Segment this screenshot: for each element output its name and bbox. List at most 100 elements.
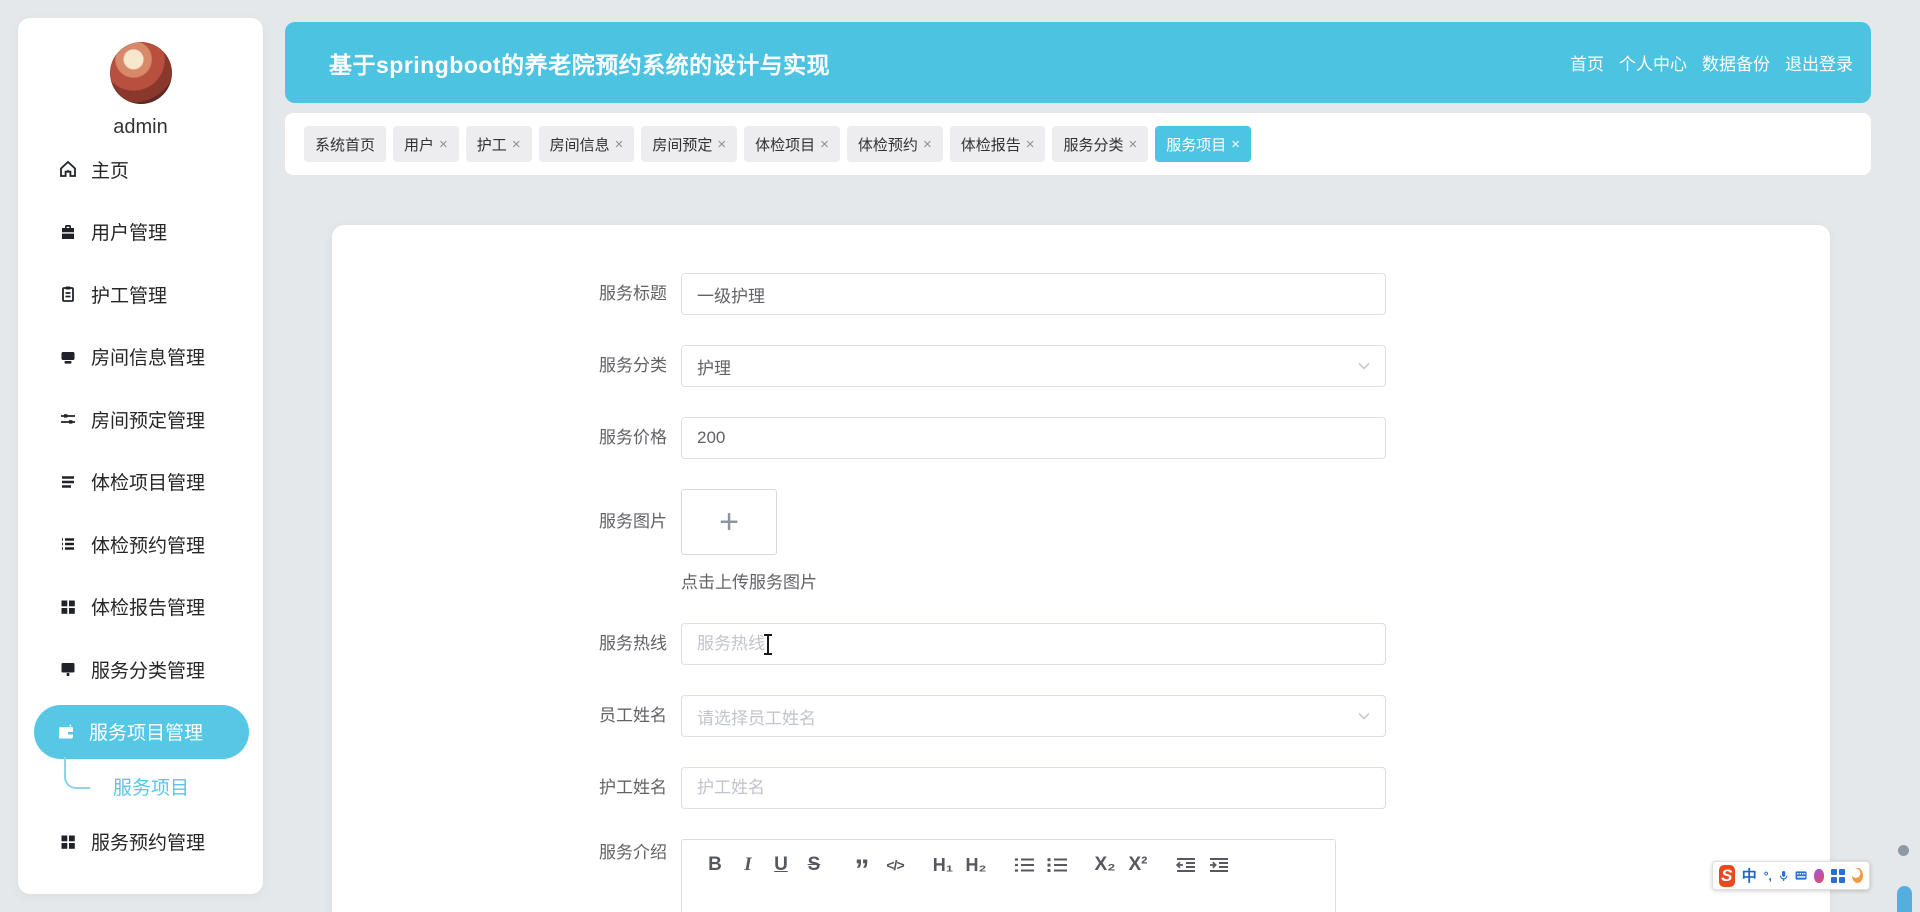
tab-service-categories[interactable]: 服务分类 × bbox=[1052, 126, 1149, 162]
ime-handle-knob[interactable] bbox=[1898, 845, 1909, 856]
tab-exam-appointments[interactable]: 体检预约 × bbox=[846, 126, 943, 162]
link-logout[interactable]: 退出登录 bbox=[1785, 50, 1853, 75]
sidebar-item-room-info[interactable]: 房间信息管理 bbox=[18, 326, 263, 389]
header-bar: 基于springboot的养老院预约系统的设计与实现 首页 个人中心 数据备份 … bbox=[285, 22, 1871, 103]
ime-toolbox-icon[interactable] bbox=[1831, 868, 1846, 883]
page-title: 基于springboot的养老院预约系统的设计与实现 bbox=[329, 51, 831, 78]
sidebar-item-label: 体检项目管理 bbox=[91, 473, 206, 495]
username: admin bbox=[113, 116, 168, 138]
service-price-input[interactable] bbox=[681, 417, 1386, 459]
underline-button[interactable]: U bbox=[770, 853, 792, 877]
service-category-select[interactable]: 护理 bbox=[681, 345, 1386, 387]
tab-room-info[interactable]: 房间信息 × bbox=[538, 126, 635, 162]
ime-emoji-icon[interactable] bbox=[1852, 868, 1863, 883]
sidebar-item-label: 服务项目管理 bbox=[89, 723, 204, 744]
tab-service-items[interactable]: 服务项目 × bbox=[1155, 126, 1252, 162]
close-icon[interactable]: × bbox=[717, 136, 726, 153]
tab-label: 体检预约 bbox=[857, 136, 918, 154]
link-backup[interactable]: 数据备份 bbox=[1702, 50, 1770, 75]
code-button[interactable]: </> bbox=[884, 853, 906, 877]
microphone-icon[interactable] bbox=[1779, 868, 1788, 884]
sidebar-item-exam-reports[interactable]: 体检报告管理 bbox=[18, 576, 263, 639]
tab-label: 服务分类 bbox=[1063, 136, 1124, 154]
sidebar-item-room-booking[interactable]: 房间预定管理 bbox=[18, 388, 263, 451]
outdent-button[interactable] bbox=[1175, 853, 1197, 877]
sidebar-item-label: 房间预定管理 bbox=[91, 410, 206, 432]
strikethrough-button[interactable]: S bbox=[803, 853, 825, 877]
ime-skin-icon[interactable] bbox=[1814, 868, 1825, 883]
field-label: 服务介绍 bbox=[599, 843, 667, 862]
close-icon[interactable]: × bbox=[1026, 136, 1035, 153]
tab-users[interactable]: 用户 × bbox=[393, 126, 459, 162]
ordered-list-button[interactable] bbox=[1013, 853, 1035, 877]
sidebar-item-label: 服务预约管理 bbox=[91, 833, 206, 855]
sidebar-item-users[interactable]: 用户管理 bbox=[18, 201, 263, 264]
select-placeholder: 请选择员工姓名 bbox=[697, 708, 816, 728]
tab-label: 护工 bbox=[476, 136, 507, 154]
service-title-input[interactable] bbox=[681, 273, 1386, 315]
close-icon[interactable]: × bbox=[439, 136, 448, 153]
sidebar-item-home[interactable]: 主页 bbox=[18, 138, 263, 201]
staff-name-select[interactable]: 请选择员工姓名 bbox=[681, 695, 1386, 737]
close-icon[interactable]: × bbox=[1129, 136, 1138, 153]
caregiver-name-input[interactable] bbox=[681, 767, 1386, 809]
tab-label: 系统首页 bbox=[315, 136, 376, 154]
unordered-list-button[interactable] bbox=[1046, 853, 1068, 877]
rich-text-editor[interactable]: B I U S ” </> H₁ H₂ X₂ X² bbox=[681, 839, 1336, 912]
heading2-button[interactable]: H₂ bbox=[965, 853, 987, 877]
main-content: 服务标题 服务分类 护理 服务价格 服务图片 bbox=[332, 225, 1830, 912]
bold-button[interactable]: B bbox=[704, 853, 726, 877]
field-label: 服务图片 bbox=[599, 512, 667, 531]
subscript-button[interactable]: X₂ bbox=[1094, 853, 1116, 877]
sidebar-item-label: 主页 bbox=[91, 160, 130, 182]
superscript-button[interactable]: X² bbox=[1127, 853, 1149, 877]
sidebar-item-caregivers[interactable]: 护工管理 bbox=[18, 263, 263, 326]
field-label: 服务分类 bbox=[599, 356, 667, 375]
tab-caregivers[interactable]: 护工 × bbox=[465, 126, 532, 162]
close-icon[interactable]: × bbox=[1231, 136, 1240, 153]
field-staff-name: 员工姓名 请选择员工姓名 bbox=[332, 695, 1830, 737]
tab-exam-items[interactable]: 体检项目 × bbox=[744, 126, 840, 162]
tab-room-booking[interactable]: 房间预定 × bbox=[641, 126, 738, 162]
indent-button[interactable] bbox=[1208, 853, 1230, 877]
image-upload-button[interactable]: + bbox=[681, 489, 777, 555]
wallet-icon bbox=[59, 723, 73, 738]
tab-label: 服务项目 bbox=[1166, 136, 1227, 154]
close-icon[interactable]: × bbox=[923, 136, 932, 153]
submenu-label[interactable]: 服务项目 bbox=[113, 773, 189, 800]
sliders-icon bbox=[61, 414, 75, 424]
close-icon[interactable]: × bbox=[512, 136, 521, 153]
keyboard-icon[interactable] bbox=[1795, 869, 1807, 882]
close-icon[interactable]: × bbox=[615, 136, 624, 153]
sidebar-item-label: 服务分类管理 bbox=[91, 660, 206, 682]
outdent-icon bbox=[1175, 858, 1195, 872]
sidebar-item-exam-items[interactable]: 体检项目管理 bbox=[18, 451, 263, 514]
grid-icon bbox=[61, 835, 75, 849]
ime-handle-icon[interactable] bbox=[1897, 886, 1912, 912]
sogou-logo-icon[interactable]: S bbox=[1719, 864, 1735, 887]
ime-toolbar: S 中 °, bbox=[1712, 861, 1870, 890]
sidebar-item-service-items[interactable]: 服务项目管理 bbox=[34, 704, 249, 759]
grid-icon bbox=[61, 600, 75, 614]
tab-exam-reports[interactable]: 体检报告 × bbox=[949, 126, 1046, 162]
ime-punctuation-icon[interactable]: °, bbox=[1764, 869, 1772, 883]
close-icon[interactable]: × bbox=[820, 136, 829, 153]
sidebar-item-label: 体检报告管理 bbox=[91, 598, 206, 620]
link-profile[interactable]: 个人中心 bbox=[1619, 50, 1687, 75]
sidebar-item-service-appointments[interactable]: 服务预约管理 bbox=[18, 811, 263, 874]
ime-language-mode[interactable]: 中 bbox=[1742, 865, 1757, 886]
monitor-icon bbox=[61, 663, 75, 677]
plus-icon: + bbox=[719, 503, 739, 541]
chevron-down-icon bbox=[1358, 712, 1370, 720]
heading1-button[interactable]: H₁ bbox=[932, 853, 954, 877]
italic-button[interactable]: I bbox=[737, 853, 759, 877]
tab-system-home[interactable]: 系统首页 bbox=[304, 126, 387, 162]
sidebar-item-service-categories[interactable]: 服务分类管理 bbox=[18, 638, 263, 701]
field-caregiver-name: 护工姓名 bbox=[332, 767, 1830, 809]
service-hotline-input[interactable] bbox=[681, 623, 1386, 665]
sidebar-item-exam-appointments[interactable]: 体检预约管理 bbox=[18, 513, 263, 576]
sidebar-subitem-service-item[interactable]: 服务项目 bbox=[18, 756, 263, 811]
link-home[interactable]: 首页 bbox=[1570, 50, 1604, 75]
field-service-title: 服务标题 bbox=[332, 273, 1830, 315]
blockquote-button[interactable]: ” bbox=[851, 853, 873, 886]
